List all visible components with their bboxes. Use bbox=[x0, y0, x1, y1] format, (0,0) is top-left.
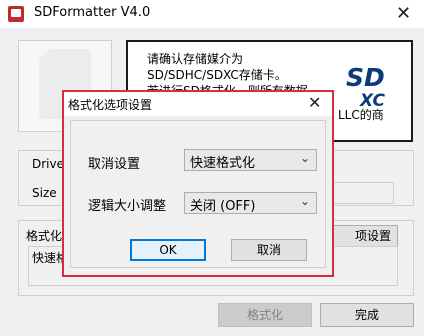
format-options-dialog: 格式化选项设置 ✕ 取消设置 快速格式化 ⌄ 逻辑大小调整 关闭 (OFF) ⌄… bbox=[62, 90, 334, 277]
cancel-setting-select[interactable]: 快速格式化 ⌄ bbox=[184, 149, 317, 171]
app-icon bbox=[8, 6, 24, 22]
format-group-label: 格式化 bbox=[26, 229, 63, 243]
info-line-1: 请确认存储媒介为 bbox=[147, 52, 244, 66]
sdxc-logo-top: SD bbox=[346, 63, 385, 92]
chevron-down-icon: ⌄ bbox=[299, 151, 310, 165]
chevron-down-icon: ⌄ bbox=[299, 194, 310, 208]
format-button[interactable]: 格式化 bbox=[218, 303, 312, 327]
dialog-close-icon[interactable]: ✕ bbox=[308, 93, 321, 112]
dialog-title: 格式化选项设置 bbox=[68, 98, 153, 112]
logic-size-label: 逻辑大小调整 bbox=[88, 199, 167, 214]
info-line-2: SD/SDHC/SDXC存储卡。 bbox=[147, 68, 287, 82]
drive-label: Drive bbox=[32, 157, 64, 171]
close-icon[interactable]: ✕ bbox=[396, 3, 411, 24]
logic-size-value: 关闭 (OFF) bbox=[190, 199, 256, 214]
logic-size-select[interactable]: 关闭 (OFF) ⌄ bbox=[184, 192, 317, 214]
dialog-title-bar: 格式化选项设置 ✕ bbox=[64, 92, 332, 116]
sdxc-logo-bottom: XC bbox=[359, 91, 386, 108]
ok-button[interactable]: OK bbox=[130, 239, 206, 261]
cancel-setting-label: 取消设置 bbox=[88, 157, 141, 172]
window-title: SDFormatter V4.0 bbox=[34, 5, 151, 20]
cancel-setting-value: 快速格式化 bbox=[190, 156, 256, 171]
size-label: Size bbox=[32, 186, 57, 200]
size-field bbox=[326, 182, 394, 204]
done-button[interactable]: 完成 bbox=[320, 303, 414, 327]
sdxc-logo-icon: SD XC bbox=[346, 63, 386, 108]
title-bar: SDFormatter V4.0 ✕ bbox=[0, 0, 424, 28]
cancel-button[interactable]: 取消 bbox=[231, 239, 307, 261]
info-line-4: LLC的商 bbox=[338, 108, 384, 122]
